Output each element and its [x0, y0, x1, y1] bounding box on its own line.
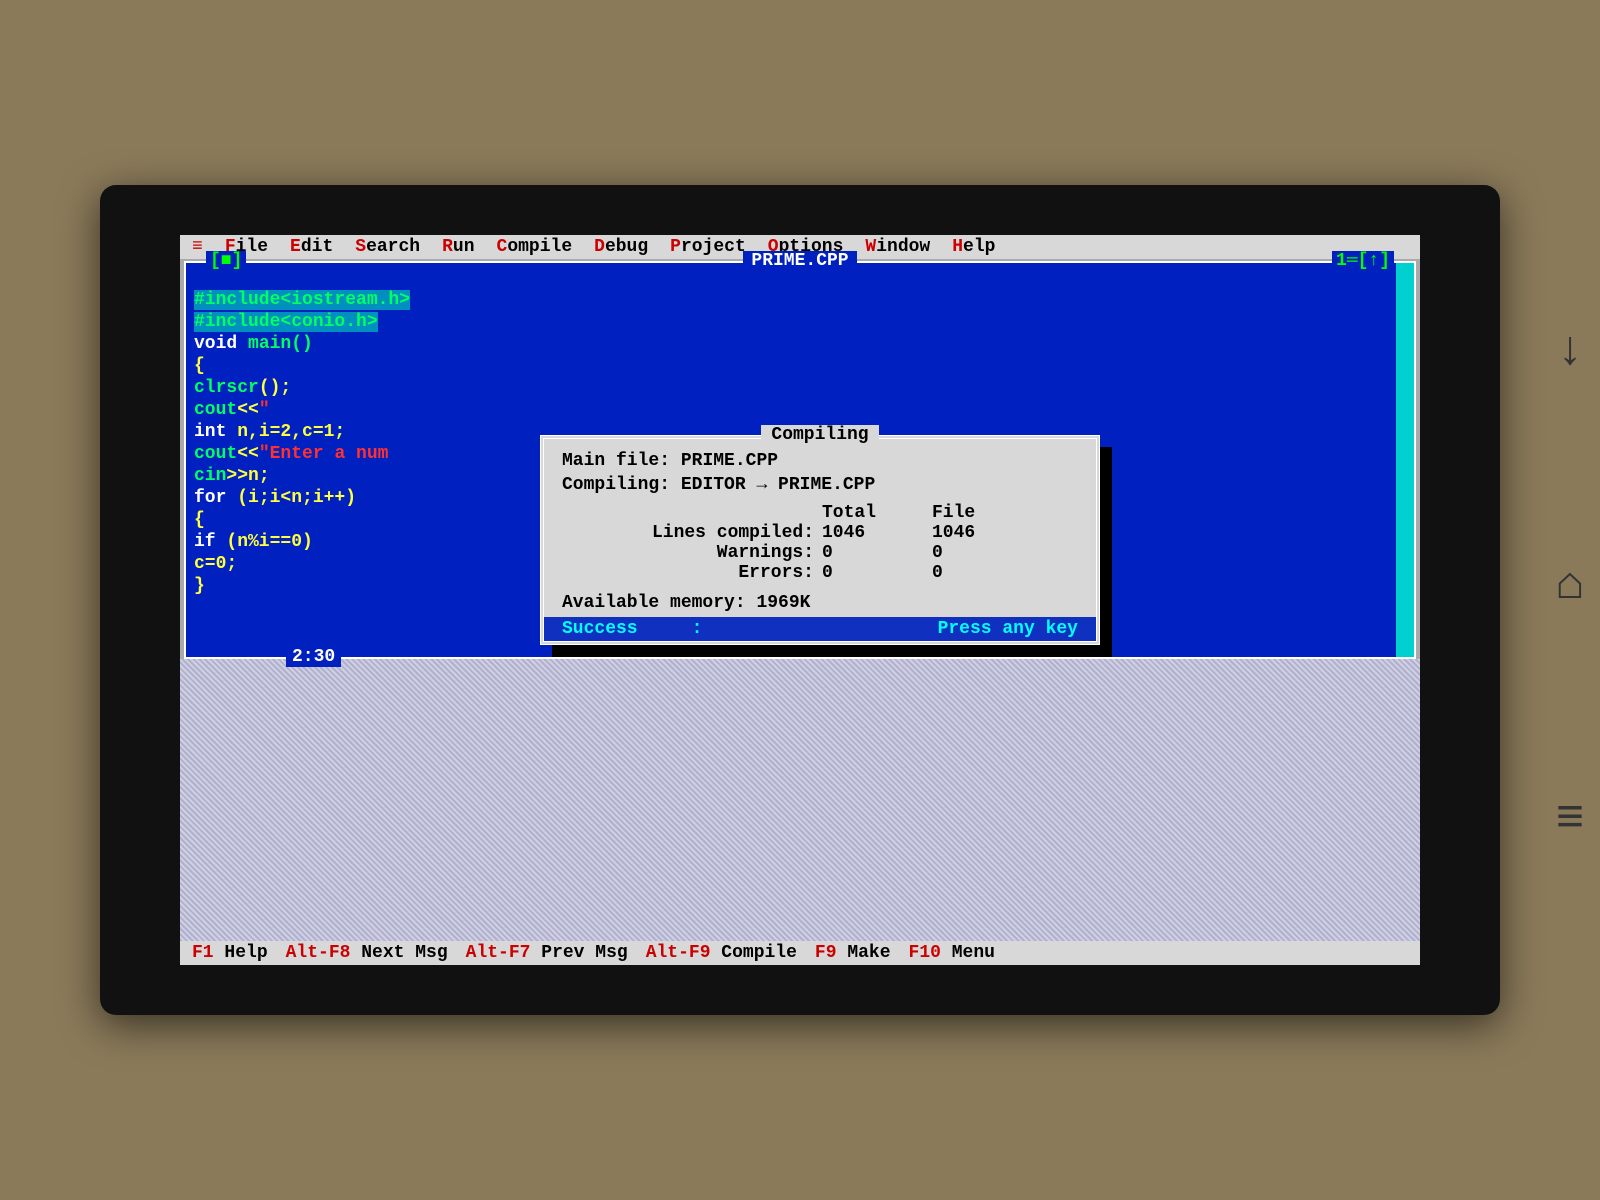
dialog-body: Main file: PRIME.CPP Compiling: EDITOR →… — [544, 439, 1096, 497]
col-file: File — [932, 503, 1042, 523]
ide-screen: ≡ File Edit Search Run Compile Debug Pro… — [180, 235, 1420, 965]
cursor-position: 2:30 — [286, 647, 341, 667]
status-bar: F1 Help Alt-F8 Next Msg Alt-F7 Prev Msg … — [180, 941, 1420, 965]
desktop-area — [180, 659, 1420, 941]
window-number[interactable]: 1═[↑] — [1332, 251, 1394, 271]
hint-help[interactable]: F1 Help — [192, 943, 268, 963]
dialog-memory: Available memory: 1969K — [544, 589, 1096, 617]
hint-make[interactable]: F9 Make — [815, 943, 891, 963]
home-icon[interactable]: ⌂ — [1540, 559, 1600, 613]
hint-menu[interactable]: F10 Menu — [909, 943, 995, 963]
row-lines: Lines compiled: 1046 1046 — [562, 523, 1078, 543]
press-any-key[interactable]: Press any key — [938, 619, 1078, 639]
col-total: Total — [822, 503, 932, 523]
dialog-title: Compiling — [544, 425, 1096, 445]
row-errors: Errors: 0 0 — [562, 563, 1078, 583]
dialog-footer[interactable]: Success : Press any key — [544, 617, 1096, 641]
device-bezel: ≡ File Edit Search Run Compile Debug Pro… — [100, 185, 1500, 1015]
back-arrow-icon[interactable]: ↓ — [1540, 325, 1600, 379]
menu-icon[interactable]: ≡ — [1540, 793, 1600, 847]
compile-status: Success — [562, 619, 638, 639]
hint-next-msg[interactable]: Alt-F8 Next Msg — [286, 943, 448, 963]
device-nav-buttons: ↓ ⌂ ≡ — [1540, 325, 1600, 847]
window-title: PRIME.CPP — [186, 251, 1414, 271]
scrollbar[interactable] — [1396, 263, 1414, 657]
hint-compile[interactable]: Alt-F9 Compile — [646, 943, 797, 963]
compiling-dialog[interactable]: Compiling Main file: PRIME.CPP Compiling… — [540, 435, 1100, 645]
hint-prev-msg[interactable]: Alt-F7 Prev Msg — [466, 943, 628, 963]
row-warnings: Warnings: 0 0 — [562, 543, 1078, 563]
dialog-stats: Total File Lines compiled: 1046 1046 War… — [544, 497, 1096, 589]
